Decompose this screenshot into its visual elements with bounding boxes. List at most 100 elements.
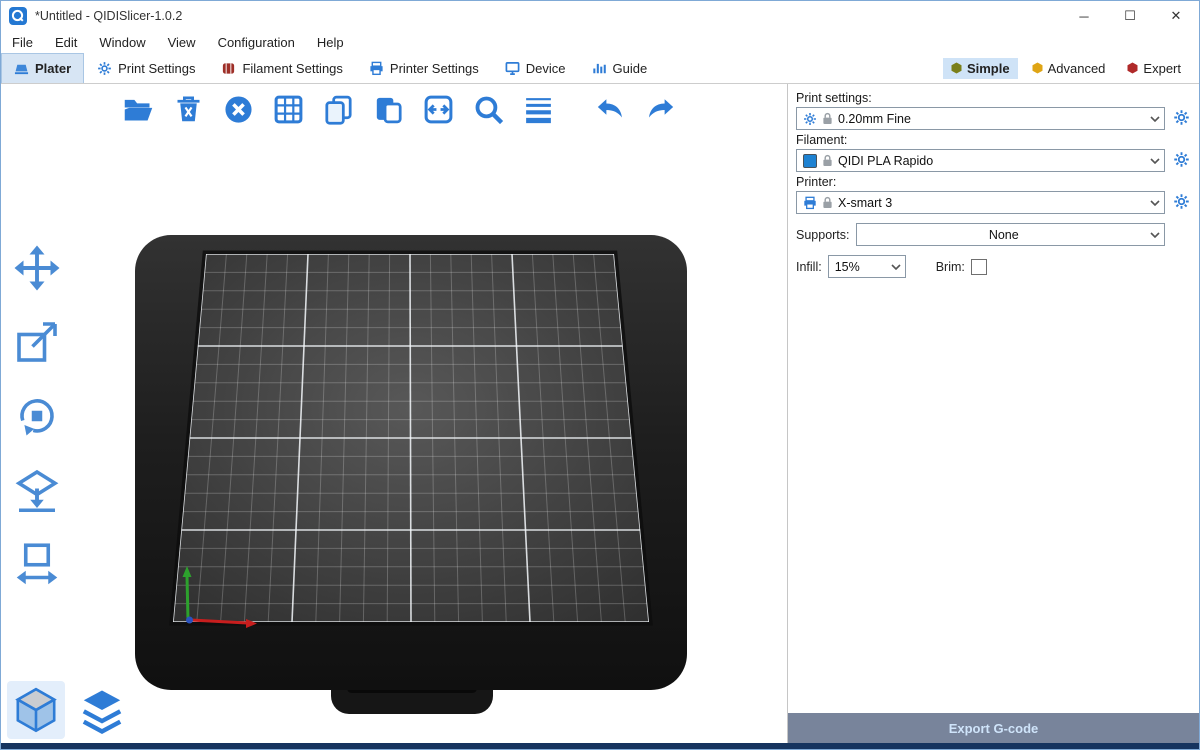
copy-button[interactable] bbox=[317, 88, 359, 130]
mode-label: Expert bbox=[1143, 61, 1181, 76]
plater-icon bbox=[14, 61, 29, 76]
mode-label: Advanced bbox=[1048, 61, 1106, 76]
printer-settings-gear-button[interactable] bbox=[1171, 193, 1191, 213]
printer-profile-value: X-smart 3 bbox=[838, 196, 1145, 210]
tab-filament-settings[interactable]: Filament Settings bbox=[208, 53, 355, 83]
split-icon bbox=[422, 93, 455, 126]
menu-configuration[interactable]: Configuration bbox=[207, 33, 306, 52]
tab-device[interactable]: Device bbox=[492, 53, 579, 83]
variable-layer-height-button[interactable] bbox=[517, 88, 559, 130]
editor-view-button[interactable] bbox=[7, 681, 65, 739]
mode-simple[interactable]: Simple bbox=[943, 58, 1018, 79]
menu-help[interactable]: Help bbox=[306, 33, 355, 52]
menu-edit[interactable]: Edit bbox=[44, 33, 88, 52]
paste-button[interactable] bbox=[367, 88, 409, 130]
tabbar: Plater Print Settings Filament Settings … bbox=[1, 53, 1199, 84]
menu-view[interactable]: View bbox=[157, 33, 207, 52]
print-bed[interactable] bbox=[1, 84, 787, 743]
app-window: *Untitled - QIDISlicer-1.0.2 ─ ☐ ✕ File … bbox=[0, 0, 1200, 750]
bed-grid bbox=[173, 254, 649, 622]
arrange-button[interactable] bbox=[267, 88, 309, 130]
printer-profile-select[interactable]: X-smart 3 bbox=[796, 191, 1165, 214]
tab-plater[interactable]: Plater bbox=[1, 53, 84, 83]
gear-icon bbox=[803, 112, 817, 126]
lock-icon bbox=[822, 112, 833, 125]
search-button[interactable] bbox=[467, 88, 509, 130]
filament-settings-gear-button[interactable] bbox=[1171, 151, 1191, 171]
gizmo-toolbar bbox=[9, 240, 65, 592]
minimize-button[interactable]: ─ bbox=[1061, 1, 1107, 31]
mode-selector: Simple Advanced Expert bbox=[943, 53, 1199, 83]
lock-icon bbox=[822, 196, 833, 209]
gear-icon bbox=[1173, 151, 1190, 168]
app-logo-icon bbox=[9, 7, 27, 25]
infill-select[interactable]: 15% bbox=[828, 255, 906, 278]
supports-select[interactable]: None bbox=[856, 223, 1165, 246]
delete-button[interactable] bbox=[167, 88, 209, 130]
tab-label: Device bbox=[526, 61, 566, 76]
infill-label: Infill: bbox=[796, 260, 822, 274]
mode-expert[interactable]: Expert bbox=[1119, 58, 1189, 79]
preview-view-button[interactable] bbox=[73, 681, 131, 739]
tab-printer-settings[interactable]: Printer Settings bbox=[356, 53, 492, 83]
redo-icon bbox=[644, 93, 677, 126]
rotate-icon bbox=[13, 392, 61, 440]
printer-settings-icon bbox=[369, 61, 384, 76]
filament-color-swatch bbox=[803, 154, 817, 168]
filament-profile-select[interactable]: QIDI PLA Rapido bbox=[796, 149, 1165, 172]
open-icon bbox=[122, 93, 155, 126]
tab-guide[interactable]: Guide bbox=[579, 53, 661, 83]
mode-advanced[interactable]: Advanced bbox=[1024, 58, 1114, 79]
print-settings-label: Print settings: bbox=[796, 91, 1191, 105]
window-footer-strip bbox=[1, 743, 1199, 749]
export-gcode-button[interactable]: Export G-code bbox=[788, 713, 1199, 743]
rotate-button[interactable] bbox=[9, 388, 65, 444]
brim-label: Brim: bbox=[936, 260, 965, 274]
print-settings-gear-button[interactable] bbox=[1171, 109, 1191, 129]
main-area: Print settings: 0.20mm Fine Filament: QI… bbox=[1, 84, 1199, 743]
delete-all-button[interactable] bbox=[217, 88, 259, 130]
3d-editor-icon bbox=[10, 684, 62, 736]
variable-layer-height-icon bbox=[522, 93, 555, 126]
scale-button[interactable] bbox=[9, 314, 65, 370]
brim-checkbox[interactable] bbox=[971, 259, 987, 275]
tab-label: Print Settings bbox=[118, 61, 195, 76]
tab-print-settings[interactable]: Print Settings bbox=[84, 53, 208, 83]
menu-file[interactable]: File bbox=[1, 33, 44, 52]
split-button[interactable] bbox=[417, 88, 459, 130]
chevron-down-icon bbox=[1150, 232, 1160, 238]
scale-to-fit-button[interactable] bbox=[9, 536, 65, 592]
window-controls: ─ ☐ ✕ bbox=[1061, 1, 1199, 31]
supports-label: Supports: bbox=[796, 228, 850, 242]
maximize-button[interactable]: ☐ bbox=[1107, 1, 1153, 31]
viewport-3d[interactable] bbox=[1, 84, 787, 743]
device-icon bbox=[505, 61, 520, 76]
close-button[interactable]: ✕ bbox=[1153, 1, 1199, 31]
menu-window[interactable]: Window bbox=[88, 33, 156, 52]
arrange-icon bbox=[272, 93, 305, 126]
open-button[interactable] bbox=[117, 88, 159, 130]
titlebar: *Untitled - QIDISlicer-1.0.2 ─ ☐ ✕ bbox=[1, 1, 1199, 31]
lock-icon bbox=[822, 154, 833, 167]
menubar: File Edit Window View Configuration Help bbox=[1, 31, 1199, 53]
redo-button[interactable] bbox=[639, 88, 681, 130]
chevron-down-icon bbox=[1150, 116, 1160, 122]
window-title: *Untitled - QIDISlicer-1.0.2 bbox=[35, 9, 182, 23]
printer-label: Printer: bbox=[796, 175, 1191, 189]
print-profile-select[interactable]: 0.20mm Fine bbox=[796, 107, 1165, 130]
tab-label: Plater bbox=[35, 61, 71, 76]
place-on-face-button[interactable] bbox=[9, 462, 65, 518]
infill-value: 15% bbox=[835, 260, 886, 274]
filament-label: Filament: bbox=[796, 133, 1191, 147]
gear-icon bbox=[1173, 109, 1190, 126]
chevron-down-icon bbox=[1150, 158, 1160, 164]
move-button[interactable] bbox=[9, 240, 65, 296]
copy-icon bbox=[322, 93, 355, 126]
tab-label: Filament Settings bbox=[242, 61, 342, 76]
print-settings-icon bbox=[97, 61, 112, 76]
tab-label: Guide bbox=[613, 61, 648, 76]
expert-mode-icon bbox=[1127, 62, 1138, 74]
chevron-down-icon bbox=[891, 264, 901, 270]
supports-value: None bbox=[863, 228, 1145, 242]
undo-button[interactable] bbox=[589, 88, 631, 130]
